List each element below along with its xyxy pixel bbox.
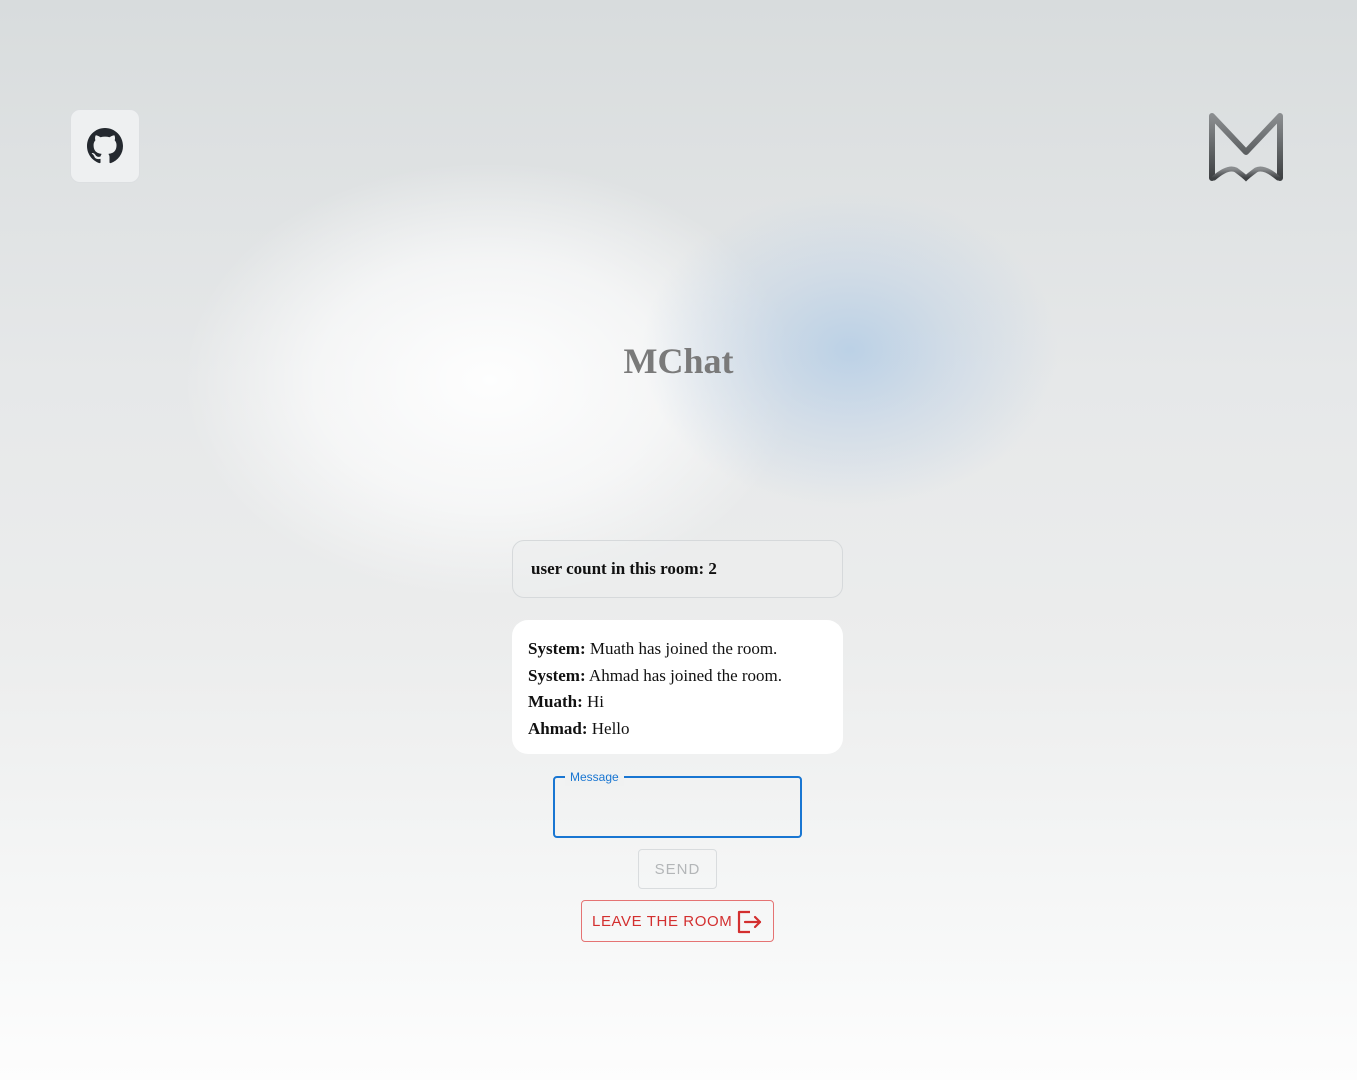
github-icon	[87, 128, 123, 164]
message-item: System: Muath has joined the room.	[528, 636, 827, 663]
message-item: Ahmad: Hello	[528, 716, 827, 743]
message-text: Muath has joined the room.	[585, 639, 778, 658]
message-list: System: Muath has joined the room. Syste…	[512, 620, 843, 754]
send-button[interactable]: SEND	[638, 849, 717, 889]
leave-room-label: LEAVE THE ROOM	[592, 912, 733, 930]
page-title: MChat	[623, 341, 734, 381]
logout-icon	[737, 910, 762, 934]
github-button[interactable]	[70, 109, 140, 183]
message-author: Muath:	[528, 692, 583, 711]
message-item: Muath: Hi	[528, 689, 827, 716]
mchat-logo-icon	[1209, 113, 1283, 182]
message-item: System: Ahmad has joined the room.	[528, 663, 827, 690]
message-author: Ahmad:	[528, 718, 588, 738]
message-input[interactable]	[555, 778, 800, 836]
leave-room-button[interactable]: LEAVE THE ROOM	[581, 900, 774, 942]
user-count-text: user count in this room: 2	[531, 559, 717, 578]
message-author: System:	[528, 665, 586, 685]
message-text: Hello	[587, 718, 630, 738]
message-text: Hi	[582, 692, 605, 711]
message-field[interactable]: Message	[553, 768, 802, 838]
message-author: System:	[528, 639, 586, 658]
message-text: Ahmad has joined the room.	[585, 665, 783, 685]
user-count-panel: user count in this room: 2	[512, 540, 843, 598]
